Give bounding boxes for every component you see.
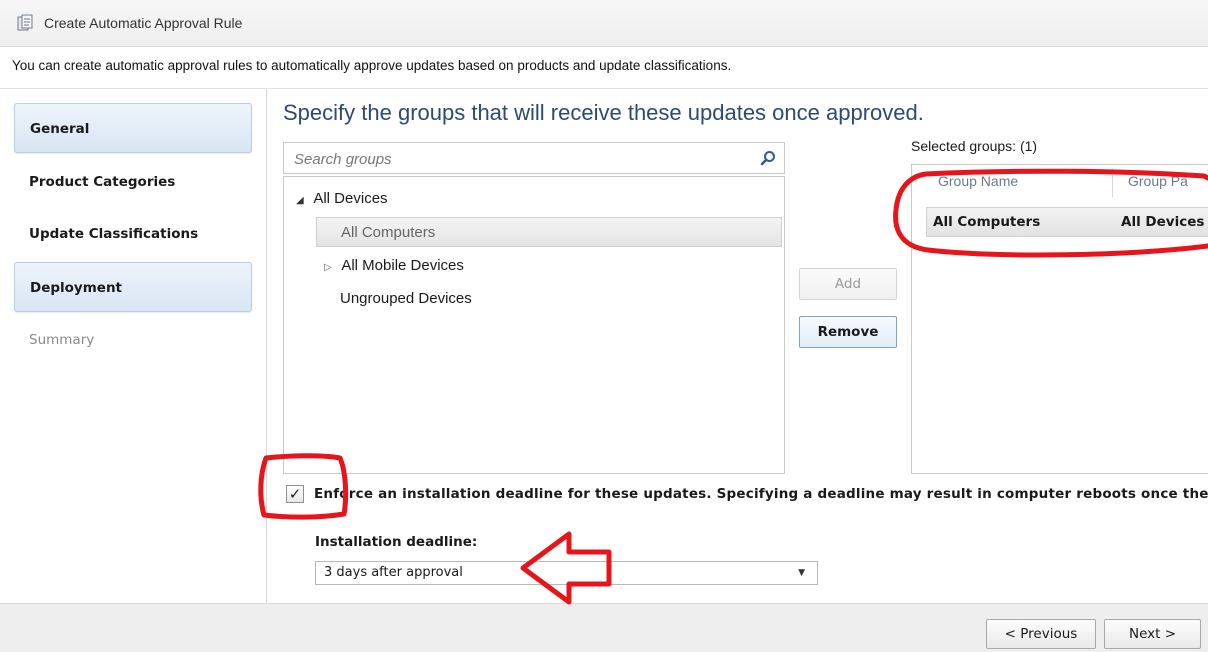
tree-node-label: All Mobile Devices — [341, 257, 464, 274]
column-header-group-name[interactable]: Group Name — [938, 173, 1018, 189]
tree-node-label: All Computers — [341, 224, 436, 241]
select-value: 3 days after approval — [324, 565, 463, 580]
selected-groups-label: Selected groups: (1) — [911, 138, 1038, 154]
tree-node-ungrouped-devices[interactable]: Ungrouped Devices — [340, 284, 472, 314]
wizard-nav: General Product Categories Update Classi… — [0, 89, 267, 603]
tree-node-all-devices[interactable]: ◢ All Devices — [296, 184, 388, 214]
tree-node-label: Ungrouped Devices — [340, 290, 472, 307]
deadline-checkbox[interactable]: ✓ — [286, 485, 304, 503]
wizard-description: You can create automatic approval rules … — [12, 58, 732, 73]
page-heading: Specify the groups that will receive the… — [283, 100, 924, 125]
installation-deadline-label: Installation deadline: — [315, 534, 478, 550]
search-icon[interactable] — [760, 150, 776, 166]
collapse-arrow-icon[interactable]: ▷ — [324, 253, 338, 283]
tree-node-all-computers[interactable]: All Computers — [316, 217, 782, 247]
table-row[interactable]: All Computers All Devices — [926, 207, 1208, 237]
group-tree: ◢ All Devices All Computers ▷ All Mobile… — [283, 176, 785, 474]
previous-button[interactable]: < Previous — [986, 619, 1096, 649]
nav-item-update-classifications[interactable]: Update Classifications — [14, 209, 252, 259]
dropdown-arrow-icon[interactable]: ▼ — [798, 562, 805, 584]
installation-deadline-select[interactable]: 3 days after approval ▼ — [315, 561, 818, 585]
selected-groups-grid: Group Name Group Pa All Computers All De… — [911, 164, 1208, 474]
remove-button[interactable]: Remove — [799, 316, 897, 348]
tree-node-all-mobile-devices[interactable]: ▷ All Mobile Devices — [324, 251, 464, 281]
search-box — [283, 142, 785, 174]
expand-arrow-icon[interactable]: ◢ — [296, 186, 310, 216]
nav-item-summary[interactable]: Summary — [14, 315, 252, 365]
search-input[interactable] — [292, 148, 756, 170]
cell-group-name: All Computers — [933, 214, 1041, 230]
deadline-checkbox-label: Enforce an installation deadline for the… — [314, 486, 1208, 502]
title-bar: Create Automatic Approval Rule — [0, 0, 1208, 47]
add-button[interactable]: Add — [799, 268, 897, 300]
nav-item-general[interactable]: General — [14, 103, 252, 153]
nav-item-deployment[interactable]: Deployment — [14, 262, 252, 312]
wizard-icon — [17, 14, 33, 31]
window-title: Create Automatic Approval Rule — [44, 15, 243, 31]
tree-node-label: All Devices — [313, 190, 388, 207]
column-header-group-path[interactable]: Group Pa — [1128, 173, 1188, 189]
cell-group-path: All Devices — [1121, 214, 1205, 230]
column-divider[interactable] — [1112, 169, 1113, 197]
nav-item-product-categories[interactable]: Product Categories — [14, 157, 252, 207]
next-button[interactable]: Next > — [1104, 619, 1201, 649]
